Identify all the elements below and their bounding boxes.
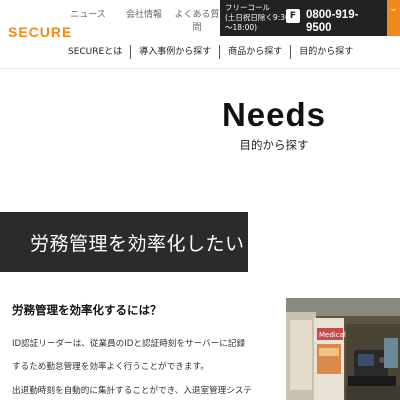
nav-item-products[interactable]: 商品から探す	[220, 45, 290, 59]
free-call-label: フリーコール (土日祝日除く9:30 〜18:00)	[225, 3, 290, 32]
phone-number[interactable]: 0800-919- 9500	[306, 9, 376, 35]
id-reader-photo-illustration: Medical	[286, 298, 400, 400]
category-banner-title: 労務管理を効率化したい	[30, 233, 245, 255]
page-subtitle: 目的から探す	[239, 138, 309, 152]
utility-nav: ニュース 会社情報 よくある質問	[60, 0, 222, 36]
free-call-box[interactable]: フリーコール (土日祝日除く9:30 〜18:00) F 0800-919- 9…	[220, 0, 387, 36]
main-nav: SECUREとは 導入事例から探す 商品から探す 目的から探す	[60, 38, 361, 66]
id-reader-photo: Medical	[286, 298, 400, 400]
photo-sign-text: Medical	[319, 331, 346, 339]
body-text-line: 出退勤時刻を自動的に集計することができ、入退室管理システ	[12, 386, 253, 396]
site-header: SECURE ニュース 会社情報 よくある質問 フリーコール (土日祝日除く9:…	[0, 0, 400, 69]
nav-item-about[interactable]: SECUREとは	[60, 45, 130, 59]
body-text-line: するため勤怠管理を効率よく行うことができます。	[12, 362, 209, 372]
nav-item-purpose[interactable]: 目的から探す	[291, 45, 361, 59]
page-title: Needs	[221, 96, 327, 133]
menu-toggle-button[interactable]: ⌄	[387, 0, 400, 36]
category-banner: 労務管理を効率化したい	[0, 212, 248, 272]
section-heading: 労務管理を効率化するには？	[12, 303, 162, 317]
chevron-down-icon: ⌄	[389, 3, 398, 14]
nav-link-company[interactable]: 会社情報	[116, 0, 172, 22]
nav-item-case-studies[interactable]: 導入事例から探す	[131, 45, 219, 59]
body-text-line: ID認証リーダーは、従業員のIDと認証時刻をサーバーに記録	[12, 339, 246, 349]
free-dial-icon: F	[286, 9, 300, 23]
nav-link-news[interactable]: ニュース	[60, 0, 116, 22]
nav-link-faq[interactable]: よくある質問	[172, 0, 222, 35]
